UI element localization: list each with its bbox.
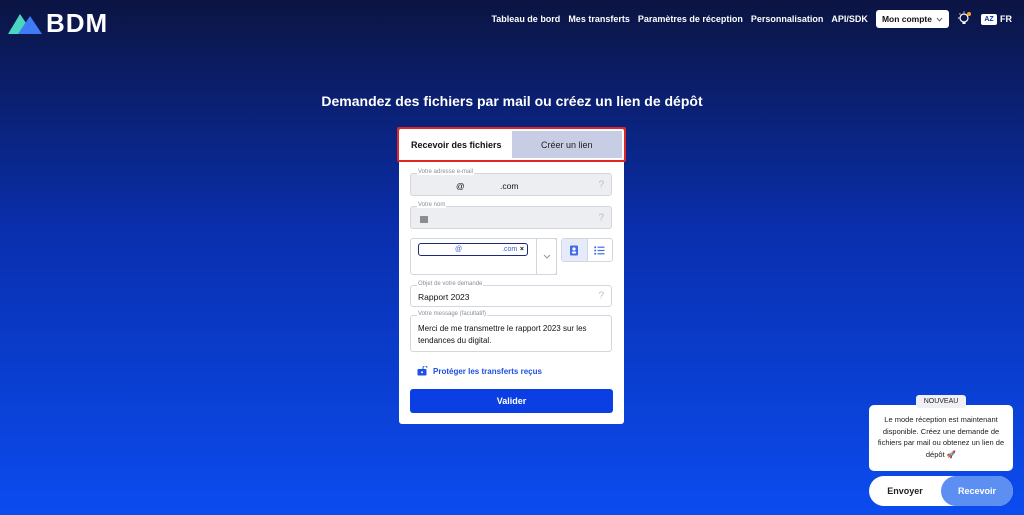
help-icon[interactable]: ?	[598, 179, 604, 190]
email-domain: .com	[500, 181, 519, 191]
subject-field[interactable]: Objet de votre demande Rapport 2023 ?	[410, 281, 612, 307]
account-button[interactable]: Mon compte	[875, 10, 949, 28]
recipient-chip: @ .com ×	[418, 243, 528, 256]
recipient-at: @	[455, 246, 463, 253]
language-label: FR	[1000, 14, 1012, 24]
nav-customization[interactable]: Personnalisation	[751, 14, 824, 24]
message-value: Merci de me transmettre le rapport 2023 …	[418, 324, 587, 345]
validate-button[interactable]: Valider	[410, 389, 613, 413]
email-field[interactable]: Votre adresse e-mail @ .com ?	[410, 169, 612, 196]
help-icon[interactable]: ?	[598, 291, 604, 302]
email-field-label: Votre adresse e-mail	[417, 169, 475, 175]
name-field-label: Votre nom	[417, 202, 447, 208]
recipients-input[interactable]: @ .com ×	[410, 238, 557, 275]
avatar-placeholder	[420, 216, 428, 223]
language-selector[interactable]: AZ FR	[981, 13, 1012, 25]
notification-text: Le mode réception est maintenant disponi…	[877, 415, 1005, 459]
recipient-domain: .com	[502, 246, 518, 253]
subject-field-label: Objet de votre demande	[417, 281, 484, 287]
protect-transfers-link[interactable]: Protéger les transferts reçus	[417, 366, 542, 376]
new-badge: NOUVEAU	[916, 395, 966, 408]
message-field[interactable]: Votre message (facultatif) Merci de me t…	[410, 311, 612, 352]
receive-mode-button[interactable]: Recevoir	[941, 476, 1013, 506]
chevron-down-icon	[936, 17, 943, 22]
recipients-dropdown[interactable]	[536, 238, 557, 275]
send-mode-button[interactable]: Envoyer	[869, 476, 941, 506]
help-icon[interactable]: ?	[598, 212, 604, 223]
lightbulb-icon[interactable]	[957, 11, 973, 27]
nav-reception-settings[interactable]: Paramètres de réception	[638, 14, 743, 24]
bdm-logo[interactable]: BDM	[8, 8, 108, 39]
tabs-highlight: Recevoir des fichiers Créer un lien	[397, 127, 626, 162]
contact-buttons	[561, 238, 613, 262]
logo-icon	[8, 13, 42, 34]
subject-value: Rapport 2023	[418, 292, 470, 302]
name-field[interactable]: Votre nom ?	[410, 202, 612, 229]
chevron-down-icon	[543, 254, 550, 259]
contact-book-icon[interactable]	[562, 239, 588, 261]
top-nav: Tableau de bord Mes transferts Paramètre…	[491, 10, 1012, 28]
tab-create-link[interactable]: Créer un lien	[511, 131, 622, 158]
nav-dashboard[interactable]: Tableau de bord	[491, 14, 560, 24]
protect-label: Protéger les transferts reçus	[433, 366, 542, 376]
remove-recipient-icon[interactable]: ×	[520, 244, 524, 255]
page-title: Demandez des fichiers par mail ou créez …	[321, 93, 703, 109]
brand-name: BDM	[46, 8, 109, 38]
mode-switch: Envoyer Recevoir	[869, 476, 1013, 506]
tab-receive-files[interactable]: Recevoir des fichiers	[401, 131, 512, 158]
message-field-label: Votre message (facultatif)	[417, 311, 488, 317]
translate-icon: AZ	[981, 13, 997, 25]
list-icon[interactable]	[588, 239, 613, 261]
email-at: @	[456, 181, 465, 191]
lock-icon	[417, 366, 428, 376]
nav-api-sdk[interactable]: API/SDK	[831, 14, 868, 24]
nav-my-transfers[interactable]: Mes transferts	[568, 14, 630, 24]
account-label: Mon compte	[881, 14, 932, 24]
notification-popup: Le mode réception est maintenant disponi…	[869, 405, 1013, 471]
